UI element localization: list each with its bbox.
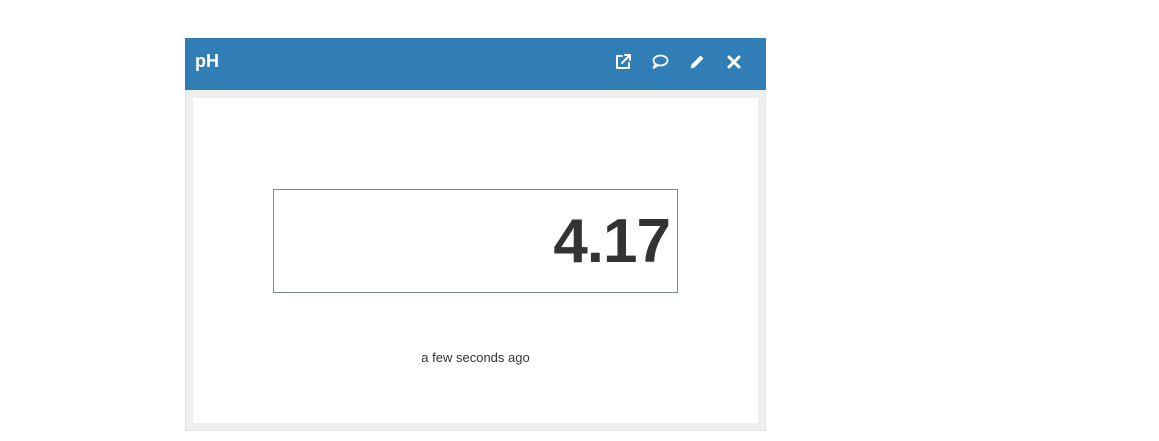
- edit-pencil-icon[interactable]: [687, 52, 707, 72]
- widget-title: pH: [195, 51, 219, 71]
- widget-body: 4.17 a few seconds ago: [193, 98, 758, 423]
- comment-icon[interactable]: [650, 52, 670, 72]
- value-display: 4.17: [273, 189, 678, 293]
- ph-value: 4.17: [553, 207, 671, 276]
- open-external-icon[interactable]: [613, 52, 633, 72]
- widget-header: pH: [185, 38, 766, 90]
- widget-panel: pH 4.17 a few seconds ago: [185, 38, 766, 431]
- close-icon[interactable]: [724, 52, 744, 72]
- last-updated-text: a few seconds ago: [421, 350, 530, 365]
